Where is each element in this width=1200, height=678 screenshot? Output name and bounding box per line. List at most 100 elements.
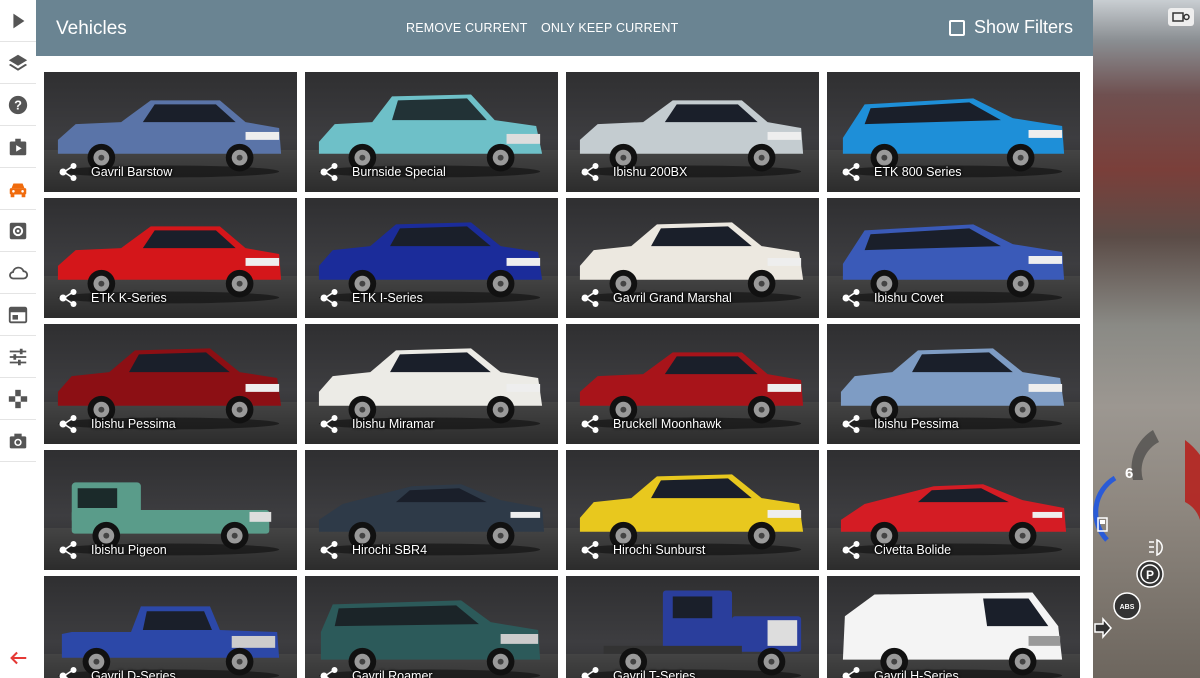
vehicle-card[interactable]: Ibishu Covet [827, 198, 1080, 318]
share-icon[interactable] [319, 162, 339, 182]
vehicle-name: Ibishu Pessima [874, 417, 959, 431]
vehicle-card[interactable]: ETK 800 Series [827, 72, 1080, 192]
share-icon[interactable] [580, 288, 600, 308]
abs-indicator: ABS [1113, 592, 1141, 620]
vehicle-preview-image [835, 334, 1072, 430]
vehicle-preview-image [313, 208, 550, 304]
share-icon[interactable] [580, 666, 600, 678]
vehicle-name: Hirochi SBR4 [352, 543, 428, 557]
share-icon[interactable] [58, 288, 78, 308]
only-keep-current-button[interactable]: ONLY KEEP CURRENT [541, 21, 678, 35]
vehicle-name: Ibishu Pessima [91, 417, 176, 431]
share-icon[interactable] [319, 540, 339, 560]
share-icon[interactable] [319, 288, 339, 308]
vehicle-name: Gavril T-Series [613, 669, 696, 678]
headlight-icon [1149, 538, 1163, 557]
camera-icon[interactable] [0, 420, 36, 462]
vehicle-card[interactable]: Gavril Grand Marshal [566, 198, 819, 318]
vehicle-name: Ibishu Miramar [352, 417, 435, 431]
vehicle-name: Gavril H-Series [874, 669, 959, 678]
vehicle-preview-image [313, 82, 550, 178]
vehicle-card[interactable]: Bruckell Moonhawk [566, 324, 819, 444]
vehicle-preview-image [574, 208, 811, 304]
vehicle-name: Burnside Special [352, 165, 446, 179]
share-icon[interactable] [841, 666, 861, 678]
sliders-icon[interactable] [0, 336, 36, 378]
vehicle-card[interactable]: Hirochi SBR4 [305, 450, 558, 570]
panel-header: Vehicles REMOVE CURRENT ONLY KEEP CURREN… [36, 0, 1093, 56]
back-arrow-icon[interactable] [0, 638, 36, 678]
vehicle-name: Gavril D-Series [91, 669, 176, 678]
vehicle-preview-image [574, 334, 811, 430]
share-icon[interactable] [58, 666, 78, 678]
play-icon[interactable] [0, 0, 36, 42]
share-icon[interactable] [841, 414, 861, 434]
gamepad-icon[interactable] [0, 378, 36, 420]
vehicle-card[interactable]: Gavril Barstow [44, 72, 297, 192]
vehicle-name: ETK I-Series [352, 291, 423, 305]
gear-indicator: 6 [1125, 465, 1133, 482]
vehicle-name: Bruckell Moonhawk [613, 417, 722, 431]
vehicle-name: Gavril Roamer [352, 669, 433, 678]
share-icon[interactable] [58, 414, 78, 434]
vehicle-name: Ibishu Pigeon [91, 543, 167, 557]
vehicle-card[interactable]: ETK K-Series [44, 198, 297, 318]
share-icon[interactable] [580, 414, 600, 434]
vehicle-name: ETK 800 Series [874, 165, 962, 179]
vehicle-card[interactable]: Gavril Roamer [305, 576, 558, 678]
show-filters-checkbox[interactable] [948, 19, 965, 36]
vehicle-preview-image [574, 460, 811, 556]
layers-icon[interactable] [0, 42, 36, 84]
vehicle-card[interactable]: Gavril D-Series [44, 576, 297, 678]
vehicle-name: Gavril Barstow [91, 165, 173, 179]
share-icon[interactable] [841, 162, 861, 182]
vehicle-card[interactable]: Civetta Bolide [827, 450, 1080, 570]
share-icon[interactable] [58, 540, 78, 560]
vehicle-preview-image [313, 334, 550, 430]
car-icon[interactable] [0, 168, 36, 210]
abs-label: ABS [1120, 604, 1135, 611]
share-icon[interactable] [580, 540, 600, 560]
remove-current-button[interactable]: REMOVE CURRENT [406, 21, 528, 35]
page-title: Vehicles [56, 18, 127, 39]
vehicle-preview-image [835, 208, 1072, 304]
vehicle-preview-image [574, 586, 811, 678]
vehicle-card[interactable]: Ibishu Miramar [305, 324, 558, 444]
vehicle-preview-image [835, 82, 1072, 178]
svg-text:?: ? [14, 97, 22, 112]
vehicle-card[interactable]: Ibishu Pessima [44, 324, 297, 444]
vehicle-card[interactable]: ETK I-Series [305, 198, 558, 318]
share-icon[interactable] [841, 540, 861, 560]
share-icon[interactable] [319, 414, 339, 434]
vehicle-name: Ibishu Covet [874, 291, 944, 305]
show-filters-label: Show Filters [973, 17, 1073, 37]
vehicle-name: ETK K-Series [91, 291, 167, 305]
share-icon[interactable] [841, 288, 861, 308]
vehicle-card[interactable]: Ibishu Pigeon [44, 450, 297, 570]
settings-icon[interactable] [0, 210, 36, 252]
vehicle-preview-image [52, 208, 289, 304]
scenario-icon[interactable] [0, 126, 36, 168]
vehicle-preview-image [835, 460, 1072, 556]
game-viewport: 6 P ABS [1093, 0, 1200, 678]
vehicle-name: Gavril Grand Marshal [613, 291, 732, 305]
show-filters-toggle[interactable]: Show Filters [948, 17, 1073, 38]
vehicle-card[interactable]: Ibishu Pessima [827, 324, 1080, 444]
share-icon[interactable] [319, 666, 339, 678]
vehicle-card[interactable]: Hirochi Sunburst [566, 450, 819, 570]
parking-brake-indicator: P [1136, 560, 1164, 588]
cloud-icon[interactable] [0, 252, 36, 294]
share-icon[interactable] [580, 162, 600, 182]
vehicle-name: Civetta Bolide [874, 543, 952, 557]
vehicle-card[interactable]: Gavril T-Series [566, 576, 819, 678]
vehicle-card[interactable]: Burnside Special [305, 72, 558, 192]
icon-sidebar: ? [0, 0, 37, 678]
help-icon[interactable]: ? [0, 84, 36, 126]
vehicle-preview-image [52, 460, 289, 556]
window-icon[interactable] [0, 294, 36, 336]
vehicle-card[interactable]: Gavril H-Series [827, 576, 1080, 678]
vehicle-card[interactable]: Ibishu 200BX [566, 72, 819, 192]
share-icon[interactable] [58, 162, 78, 182]
vehicle-name: Ibishu 200BX [613, 165, 688, 179]
ui-toggle-icon[interactable] [1168, 8, 1194, 26]
